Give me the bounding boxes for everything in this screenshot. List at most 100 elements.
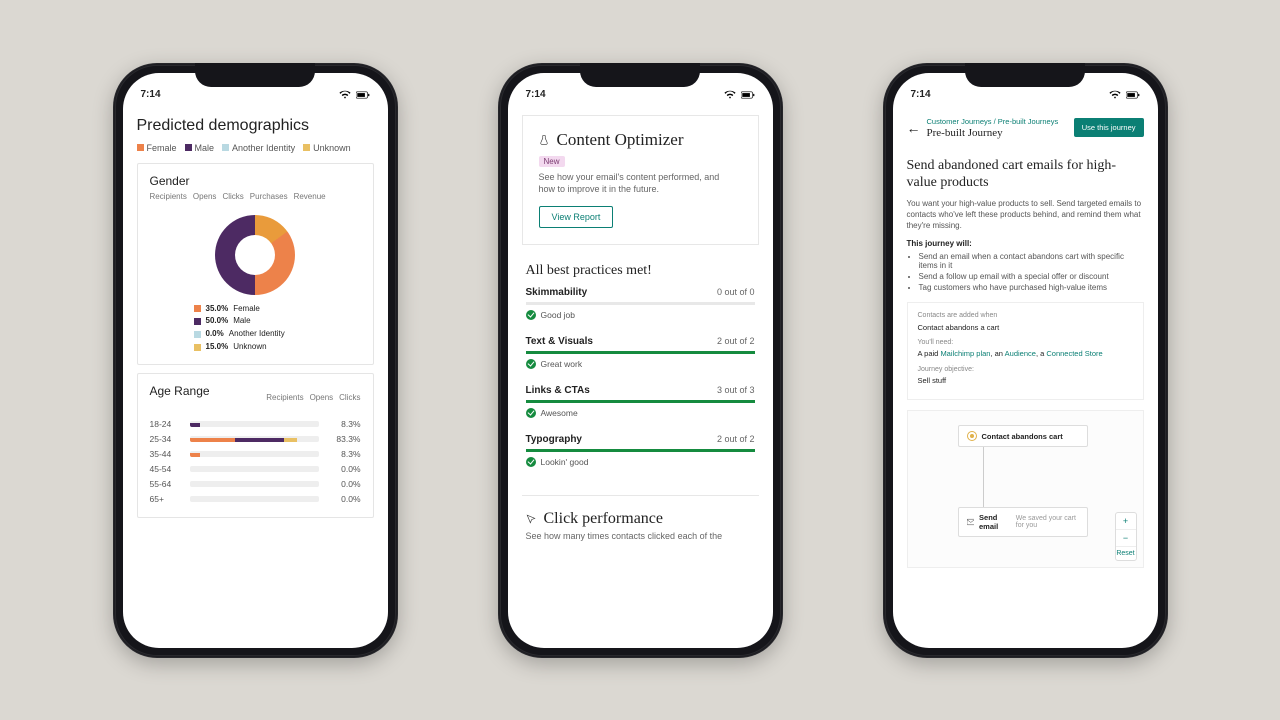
you-need-line: A paid Mailchimp plan, an Audience, a Co… [918,348,1133,359]
legend: Female Male Another Identity Unknown [137,143,374,153]
email-icon [967,517,975,527]
check-icon [526,359,536,369]
age-rows: 18-248.3% 25-3483.3% 35-448.3% 45-540.0%… [138,408,373,517]
progress-bar [526,449,755,452]
donut-chart [138,207,373,299]
click-performance-section: Click performance See how many times con… [522,495,759,541]
metric-tab[interactable]: Recipients [266,393,303,402]
content: Predicted demographics Female Male Anoth… [123,101,388,648]
practice-typography: Typography2 out of 2 Lookin' good [522,434,759,483]
metric-tab[interactable]: Clicks [339,393,360,402]
age-row: 55-640.0% [150,479,361,489]
practice-links-ctas: Links & CTAs3 out of 3 Awesome [522,385,759,434]
zoom-out-button[interactable]: − [1116,530,1136,547]
journey-bullets: Send an email when a contact abandons ca… [907,252,1144,292]
bar [190,481,319,487]
metric-tabs[interactable]: Recipients Opens Clicks [266,393,360,402]
check-icon [526,310,536,320]
cursor-click-icon [526,514,536,524]
metric-tab[interactable]: Recipients [150,192,187,201]
battery-icon [1126,90,1140,100]
screen: 7:14 Predicted demographics Female Male … [123,73,388,648]
use-journey-button[interactable]: Use this journey [1074,118,1144,137]
age-row: 25-3483.3% [150,434,361,444]
battery-icon [741,90,755,100]
click-performance-desc: See how many times contacts clicked each… [526,531,755,541]
check-icon [526,408,536,418]
optimizer-header: Content Optimizer [539,130,742,150]
journey-info: Contacts are added when Contact abandons… [907,302,1144,400]
donut [215,215,295,295]
metric-tab[interactable]: Revenue [294,192,326,201]
age-row: 35-448.3% [150,449,361,459]
phone-notch [965,63,1085,87]
page-title: Predicted demographics [137,117,374,135]
breadcrumb[interactable]: Customer Journeys / Pre-built Journeys [927,117,1059,126]
back-arrow-icon[interactable]: ← [907,120,921,136]
legend-line: 15.0%Unknown [194,341,373,354]
zoom-controls: + − Reset [1115,512,1137,561]
flow-canvas[interactable]: Contact abandons cart Send email We save… [907,410,1144,568]
flow-node-email[interactable]: Send email We saved your cart for you [958,507,1088,537]
flow-connector [983,447,984,507]
age-row: 45-540.0% [150,464,361,474]
bar [190,496,319,502]
zoom-reset-button[interactable]: Reset [1116,547,1136,560]
list-item: Tag customers who have purchased high-va… [919,283,1144,292]
gender-legend: 35.0%Female 50.0%Male 0.0%Another Identi… [138,299,373,364]
metric-tabs[interactable]: Recipients Opens Clicks Purchases Revenu… [150,192,361,201]
journey-desc: You want your high-value products to sel… [907,198,1144,232]
screen: 7:14 Content Optimizer New See how your … [508,73,773,648]
page-name: Pre-built Journey [927,127,1059,139]
wifi-icon [723,90,737,100]
phone-journey: 7:14 ← Customer Journeys / Pre-built Jou… [883,63,1168,658]
metric-tab[interactable]: Purchases [250,192,288,201]
journey-sub: This journey will: [907,239,1144,248]
wifi-icon [338,90,352,100]
battery-icon [356,90,370,100]
phone-optimizer: 7:14 Content Optimizer New See how your … [498,63,783,658]
view-report-button[interactable]: View Report [539,206,614,228]
bar [190,421,319,427]
status-time: 7:14 [911,89,931,100]
legend-item: Unknown [303,143,351,153]
metric-tab[interactable]: Opens [193,192,217,201]
trigger-dot-icon [967,431,977,441]
practice-skimmability: Skimmability0 out of 0 Good job [522,287,759,336]
status-icons [338,90,370,100]
phone-notch [195,63,315,87]
phone-demographics: 7:14 Predicted demographics Female Male … [113,63,398,658]
bar [190,466,319,472]
connected-store-link[interactable]: Connected Store [1046,349,1102,358]
journey-title: Send abandoned cart emails for high-valu… [907,157,1144,192]
progress-bar [526,351,755,354]
audience-link[interactable]: Audience [1005,349,1036,358]
click-performance-title: Click performance [544,510,664,528]
page-header: ← Customer Journeys / Pre-built Journeys… [907,111,1144,149]
zoom-in-button[interactable]: + [1116,513,1136,530]
list-item: Send an email when a contact abandons ca… [919,252,1144,270]
new-badge: New [539,156,565,167]
metric-tab[interactable]: Clicks [222,192,243,201]
list-item: Send a follow up email with a special of… [919,272,1144,281]
content: ← Customer Journeys / Pre-built Journeys… [893,101,1158,648]
legend-line: 50.0%Male [194,315,373,328]
mailchimp-plan-link[interactable]: Mailchimp plan [940,349,990,358]
status-icons [1108,90,1140,100]
legend-item: Female [137,143,177,153]
wifi-icon [1108,90,1122,100]
flask-icon [539,135,549,145]
swatch-unknown [303,144,310,151]
flow-node-trigger[interactable]: Contact abandons cart [958,425,1088,447]
legend-line: 35.0%Female [194,303,373,316]
bar [190,436,319,442]
age-card: Age Range Recipients Opens Clicks 18-248… [137,373,374,518]
swatch-another [222,144,229,151]
screen: 7:14 ← Customer Journeys / Pre-built Jou… [893,73,1158,648]
metric-tab[interactable]: Opens [310,393,334,402]
legend-item: Another Identity [222,143,295,153]
status-icons [723,90,755,100]
bar [190,451,319,457]
content: Content Optimizer New See how your email… [508,101,773,648]
phone-notch [580,63,700,87]
